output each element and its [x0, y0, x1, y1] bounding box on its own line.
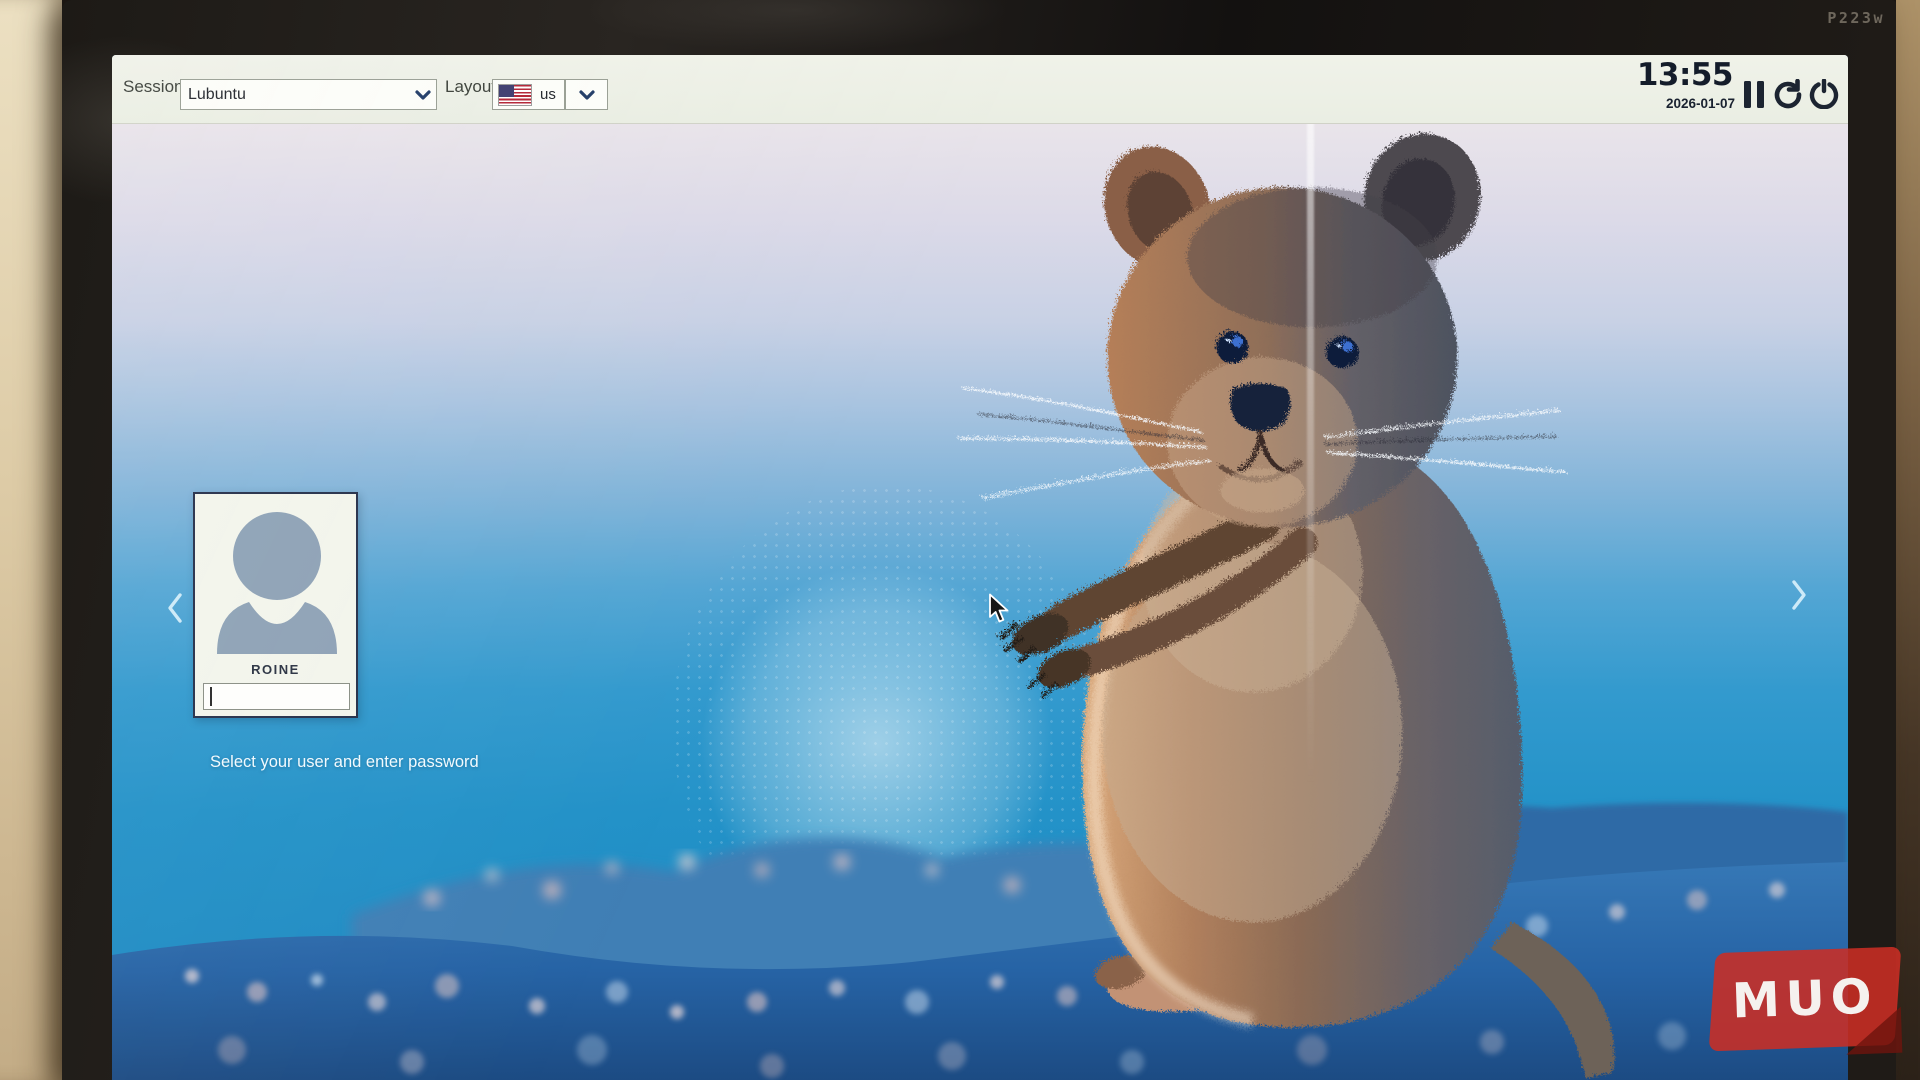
login-hint-text: Select your user and enter password	[210, 753, 479, 772]
user-avatar-icon	[209, 502, 346, 654]
layout-label: Layout	[445, 77, 496, 97]
quokka-wallpaper	[112, 55, 1848, 1080]
wall-right	[1896, 0, 1920, 1080]
username-label: ROINE	[195, 662, 356, 677]
login-screen: Session Lubuntu Layout us	[112, 55, 1848, 1080]
next-user-button[interactable]	[1788, 577, 1810, 616]
chevron-down-icon	[412, 85, 434, 105]
shutdown-button[interactable]	[1809, 75, 1839, 113]
session-select-value: Lubuntu	[181, 86, 412, 104]
layout-select-value: us	[540, 86, 556, 103]
restart-icon	[1773, 79, 1803, 109]
clock-date: 2026-01-07	[1666, 96, 1735, 111]
muo-watermark: MUO	[1709, 947, 1902, 1052]
power-icon	[1809, 79, 1839, 109]
session-select[interactable]: Lubuntu	[180, 79, 437, 110]
us-flag-icon	[498, 84, 532, 106]
wall-left	[0, 0, 62, 1080]
screen-light-streak	[1307, 55, 1314, 785]
restart-button[interactable]	[1773, 75, 1803, 113]
greeter-topbar: Session Lubuntu Layout us	[112, 55, 1848, 124]
layout-select[interactable]: us	[492, 79, 565, 110]
suspend-button[interactable]	[1739, 75, 1769, 113]
muo-watermark-text: MUO	[1731, 968, 1878, 1029]
text-caret	[210, 687, 212, 706]
monitor-bezel: P223w	[62, 0, 1896, 1080]
user-card[interactable]: ROINE	[193, 492, 358, 718]
layout-select-dropdown-button[interactable]	[565, 79, 608, 110]
pause-icon	[1744, 81, 1764, 108]
photo-scene: P223w	[0, 0, 1920, 1080]
session-label: Session	[123, 77, 183, 97]
chevron-left-icon	[164, 590, 186, 626]
previous-user-button[interactable]	[164, 590, 186, 629]
chevron-right-icon	[1788, 577, 1810, 613]
quokka-graphic	[950, 140, 1650, 1080]
password-input[interactable]	[203, 683, 350, 710]
chevron-down-icon	[576, 85, 598, 105]
clock-time: 13:55	[1637, 60, 1733, 91]
monitor-brand-label: P223w	[1827, 9, 1885, 27]
